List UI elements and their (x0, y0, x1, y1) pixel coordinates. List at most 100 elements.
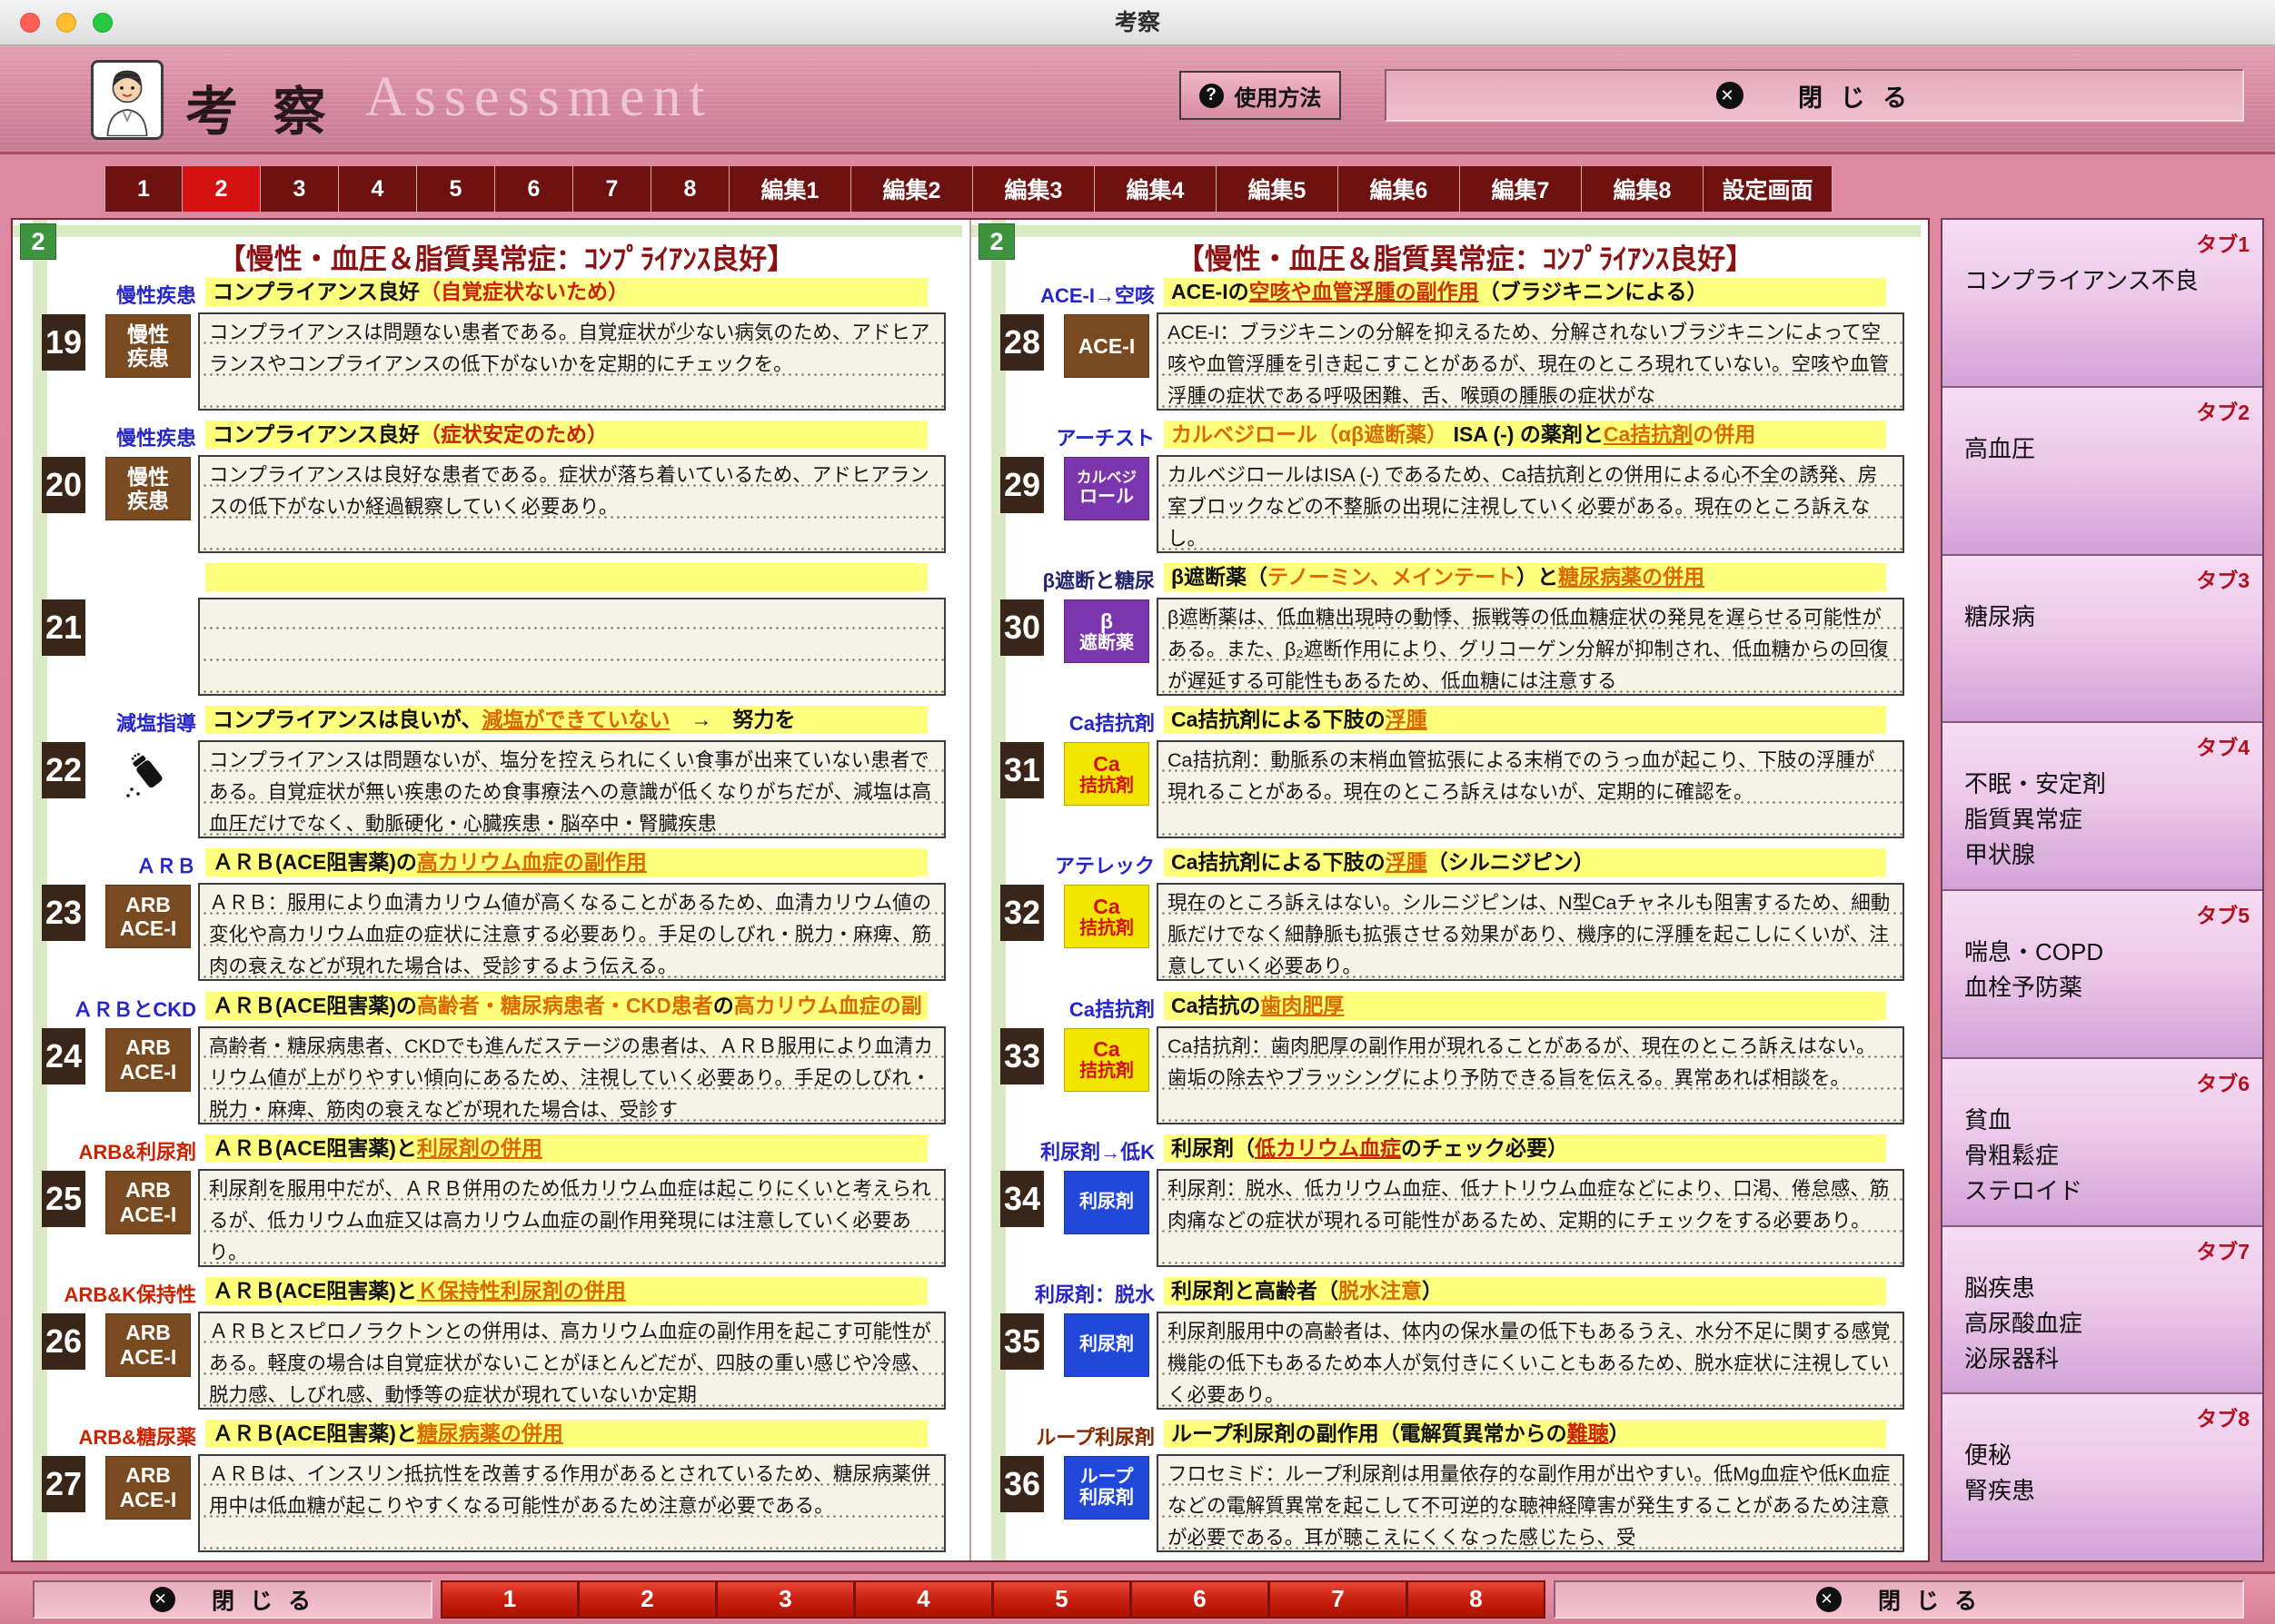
row-title-field[interactable]: Ca拮抗剤による下肢の浮腫 (1164, 706, 1886, 734)
row-note-field[interactable]: カルベジロールはISA (-) であるため、Ca拮抗剤との併用による心不全の誘発… (1157, 455, 1904, 553)
row-number-button[interactable]: 19 (42, 314, 85, 371)
footer-page-2[interactable]: 2 (579, 1580, 717, 1619)
close-icon: ✕ (1816, 1587, 1842, 1612)
row-note-field[interactable]: コンプライアンスは問題ない患者である。自覚症状が少ない病気のため、アドヒアランス… (198, 312, 946, 411)
row-number-button[interactable]: 35 (1000, 1313, 1044, 1370)
footer-page-4[interactable]: 4 (855, 1580, 993, 1619)
footer-page-1[interactable]: 1 (441, 1580, 579, 1619)
sidebar-tab-タブ6[interactable]: タブ6貧血骨粗鬆症ステロイド (1942, 1059, 2262, 1227)
tab-編集6[interactable]: 編集6 (1338, 166, 1460, 212)
row-note-field[interactable]: Ca拮抗剤：動脈系の末梢血管拡張による末梢でのうっ血が起こり、下肢の浮腫が現れる… (1157, 740, 1904, 838)
row-number-button[interactable]: 24 (42, 1028, 85, 1084)
row-number-button[interactable]: 34 (1000, 1171, 1044, 1227)
footer-page-5[interactable]: 5 (993, 1580, 1131, 1619)
row-title-field[interactable]: ＡＲＢ(ACE阻害薬)の高カリウム血症の副作用 (205, 848, 928, 876)
row-title-field[interactable]: ＡＲＢ(ACE阻害薬)と糖尿病薬の併用 (205, 1420, 928, 1448)
row-title-field[interactable]: ＡＲＢ(ACE阻害薬)とＫ保持性利尿剤の併用 (205, 1277, 928, 1305)
footer-page-3[interactable]: 3 (717, 1580, 855, 1619)
tab-2[interactable]: 2 (183, 166, 261, 212)
row-number-button[interactable]: 36 (1000, 1456, 1044, 1512)
assessment-row: アテレックCa拮抗剤による下肢の浮腫（シルニジピン）32Ca拮抗剤現在のところ訴… (971, 847, 1928, 989)
row-note-field[interactable]: コンプライアンスは問題ないが、塩分を控えられにくい食事が出来ていない患者である。… (198, 740, 946, 838)
row-title-field[interactable]: コンプライアンス良好（症状安定のため） (205, 421, 928, 449)
row-title-field[interactable]: コンプライアンスは良いが、減塩ができていない → 努力を (205, 706, 928, 734)
row-note-field[interactable]: Ca拮抗剤：歯肉肥厚の副作用が現れることがあるが、現在のところ訴えはない。歯垢の… (1157, 1026, 1904, 1124)
row-note-field[interactable]: フロセミド：ループ利尿剤は用量依存的な副作用が出やすい。低Mg血症や低K血症など… (1157, 1454, 1904, 1552)
sidebar-tab-タブ5[interactable]: タブ5喘息・COPD血栓予防薬 (1942, 891, 2262, 1059)
row-number-button[interactable]: 30 (1000, 599, 1044, 656)
row-title-field[interactable]: β遮断薬（テノーミン、メインテート）と糖尿病薬の併用 (1164, 563, 1886, 591)
tab-6[interactable]: 6 (495, 166, 573, 212)
row-number-button[interactable]: 23 (42, 885, 85, 941)
tab-編集8[interactable]: 編集8 (1582, 166, 1704, 212)
title-bar: 考察 (0, 0, 2275, 45)
header-close-button[interactable]: ✕ 閉 じ る (1385, 69, 2244, 122)
tab-7[interactable]: 7 (573, 166, 651, 212)
tab-8[interactable]: 8 (651, 166, 730, 212)
row-number-button[interactable]: 26 (42, 1313, 85, 1370)
row-note-field[interactable]: 高齢者・糖尿病患者、CKDでも進んだステージの患者は、ＡＲＢ服用により血清カリウ… (198, 1026, 946, 1124)
row-title-field[interactable]: ＡＲＢ(ACE阻害薬)の高齢者・糖尿病患者・CKD患者の高カリウム血症の副 (205, 992, 928, 1020)
row-title-field[interactable]: Ca拮抗剤による下肢の浮腫（シルニジピン） (1164, 848, 1886, 876)
footer-page-8[interactable]: 8 (1407, 1580, 1545, 1619)
footer-close-button-right[interactable]: ✕ 閉 じ る (1554, 1580, 2244, 1619)
row-title-field[interactable]: コンプライアンス良好（自覚症状ないため） (205, 278, 928, 306)
sidebar-tab-タブ7[interactable]: タブ7脳疾患高尿酸血症泌尿器科 (1942, 1227, 2262, 1395)
close-window-button[interactable] (20, 13, 40, 33)
row-note-field[interactable] (198, 598, 946, 696)
row-number-button[interactable]: 27 (42, 1456, 85, 1512)
tab-設定画面[interactable]: 設定画面 (1704, 166, 1833, 212)
tab-3[interactable]: 3 (261, 166, 339, 212)
drug-class-badge: Ca拮抗剤 (1064, 885, 1149, 948)
row-note-field[interactable]: β遮断薬は、低血糖出現時の動悸、振戦等の低血糖症状の発見を遅らせる可能性がある。… (1157, 598, 1904, 696)
window-title: 考察 (0, 0, 2275, 45)
row-note-field[interactable]: 利尿剤服用中の高齢者は、体内の保水量の低下もあるうえ、水分不足に関する感覚機能の… (1157, 1312, 1904, 1410)
tab-5[interactable]: 5 (417, 166, 495, 212)
row-note-field[interactable]: 利尿剤：脱水、低カリウム血症、低ナトリウム血症などにより、口渇、倦怠感、筋肉痛な… (1157, 1169, 1904, 1267)
sidebar-tab-タブ8[interactable]: タブ8便秘腎疾患 (1942, 1394, 2262, 1560)
row-title-field[interactable]: ＡＲＢ(ACE阻害薬)と利尿剤の併用 (205, 1134, 928, 1163)
row-number-button[interactable]: 20 (42, 457, 85, 513)
footer-page-6[interactable]: 6 (1131, 1580, 1269, 1619)
row-note-field[interactable]: 現在のところ訴えはない。シルニジピンは、N型Caチャネルも阻害するため、細動脈だ… (1157, 883, 1904, 981)
row-title-field[interactable] (205, 563, 928, 591)
row-topic-label: Ca拮抗剤 (1008, 994, 1155, 1023)
row-number-button[interactable]: 21 (42, 599, 85, 656)
tab-編集4[interactable]: 編集4 (1095, 166, 1217, 212)
sidebar-tab-タブ3[interactable]: タブ3糖尿病 (1942, 556, 2262, 724)
row-title-field[interactable]: 利尿剤と高齢者（脱水注意） (1164, 1277, 1886, 1305)
help-button[interactable]: ? 使用方法 (1179, 71, 1341, 120)
tab-4[interactable]: 4 (339, 166, 417, 212)
minimize-window-button[interactable] (56, 13, 76, 33)
row-title-field[interactable]: 利尿剤（低カリウム血症のチェック必要） (1164, 1134, 1886, 1163)
tab-編集3[interactable]: 編集3 (973, 166, 1095, 212)
sidebar-tab-タブ2[interactable]: タブ2高血圧 (1942, 388, 2262, 556)
row-number-button[interactable]: 31 (1000, 742, 1044, 798)
row-note-field[interactable]: ＡＲＢは、インスリン抵抗性を改善する作用があるとされているため、糖尿病薬併用中は… (198, 1454, 946, 1552)
row-number-button[interactable]: 29 (1000, 457, 1044, 513)
sidebar-tab-タブ4[interactable]: タブ4不眠・安定剤脂質異常症甲状腺 (1942, 723, 2262, 891)
footer-close-button-left[interactable]: ✕ 閉 じ る (33, 1580, 432, 1619)
row-number-button[interactable]: 33 (1000, 1028, 1044, 1084)
row-title-field[interactable]: カルベジロール（αβ遮断薬） ISA (-) の薬剤とCa拮抗剤の併用 (1164, 421, 1886, 449)
sidebar-tab-タブ1[interactable]: タブ1コンプライアンス不良 (1942, 220, 2262, 388)
tab-1[interactable]: 1 (104, 166, 183, 212)
row-note-field[interactable]: ACE-I：ブラジキニンの分解を抑えるため、分解されないブラジキニンによって空咳… (1157, 312, 1904, 411)
row-note-field[interactable]: ＡＲＢ：服用により血清カリウム値が高くなることがあるため、血清カリウム値の変化や… (198, 883, 946, 981)
tab-編集5[interactable]: 編集5 (1217, 166, 1338, 212)
footer-page-7[interactable]: 7 (1269, 1580, 1407, 1619)
tab-編集2[interactable]: 編集2 (851, 166, 973, 212)
row-note-field[interactable]: コンプライアンスは良好な患者である。症状が落ち着いているため、アドヒアランスの低… (198, 455, 946, 553)
row-title-field[interactable]: ループ利尿剤の副作用（電解質異常からの難聴） (1164, 1420, 1886, 1448)
zoom-window-button[interactable] (93, 13, 113, 33)
row-number-button[interactable]: 28 (1000, 314, 1044, 371)
row-number-button[interactable]: 32 (1000, 885, 1044, 941)
row-number-button[interactable]: 22 (42, 742, 85, 798)
row-note-field[interactable]: 利尿剤を服用中だが、ＡＲＢ併用のため低カリウム血症は起こりにくいと考えられるが、… (198, 1169, 946, 1267)
tab-編集7[interactable]: 編集7 (1460, 166, 1582, 212)
row-number-button[interactable]: 25 (42, 1171, 85, 1227)
row-title-field[interactable]: ACE-Iの空咳や血管浮腫の副作用（ブラジキニンによる） (1164, 278, 1886, 306)
row-title-field[interactable]: Ca拮抗の歯肉肥厚 (1164, 992, 1886, 1020)
tab-編集1[interactable]: 編集1 (730, 166, 851, 212)
row-note-field[interactable]: ＡＲＢとスピロノラクトンとの併用は、高カリウム血症の副作用を起こす可能性がある。… (198, 1312, 946, 1410)
